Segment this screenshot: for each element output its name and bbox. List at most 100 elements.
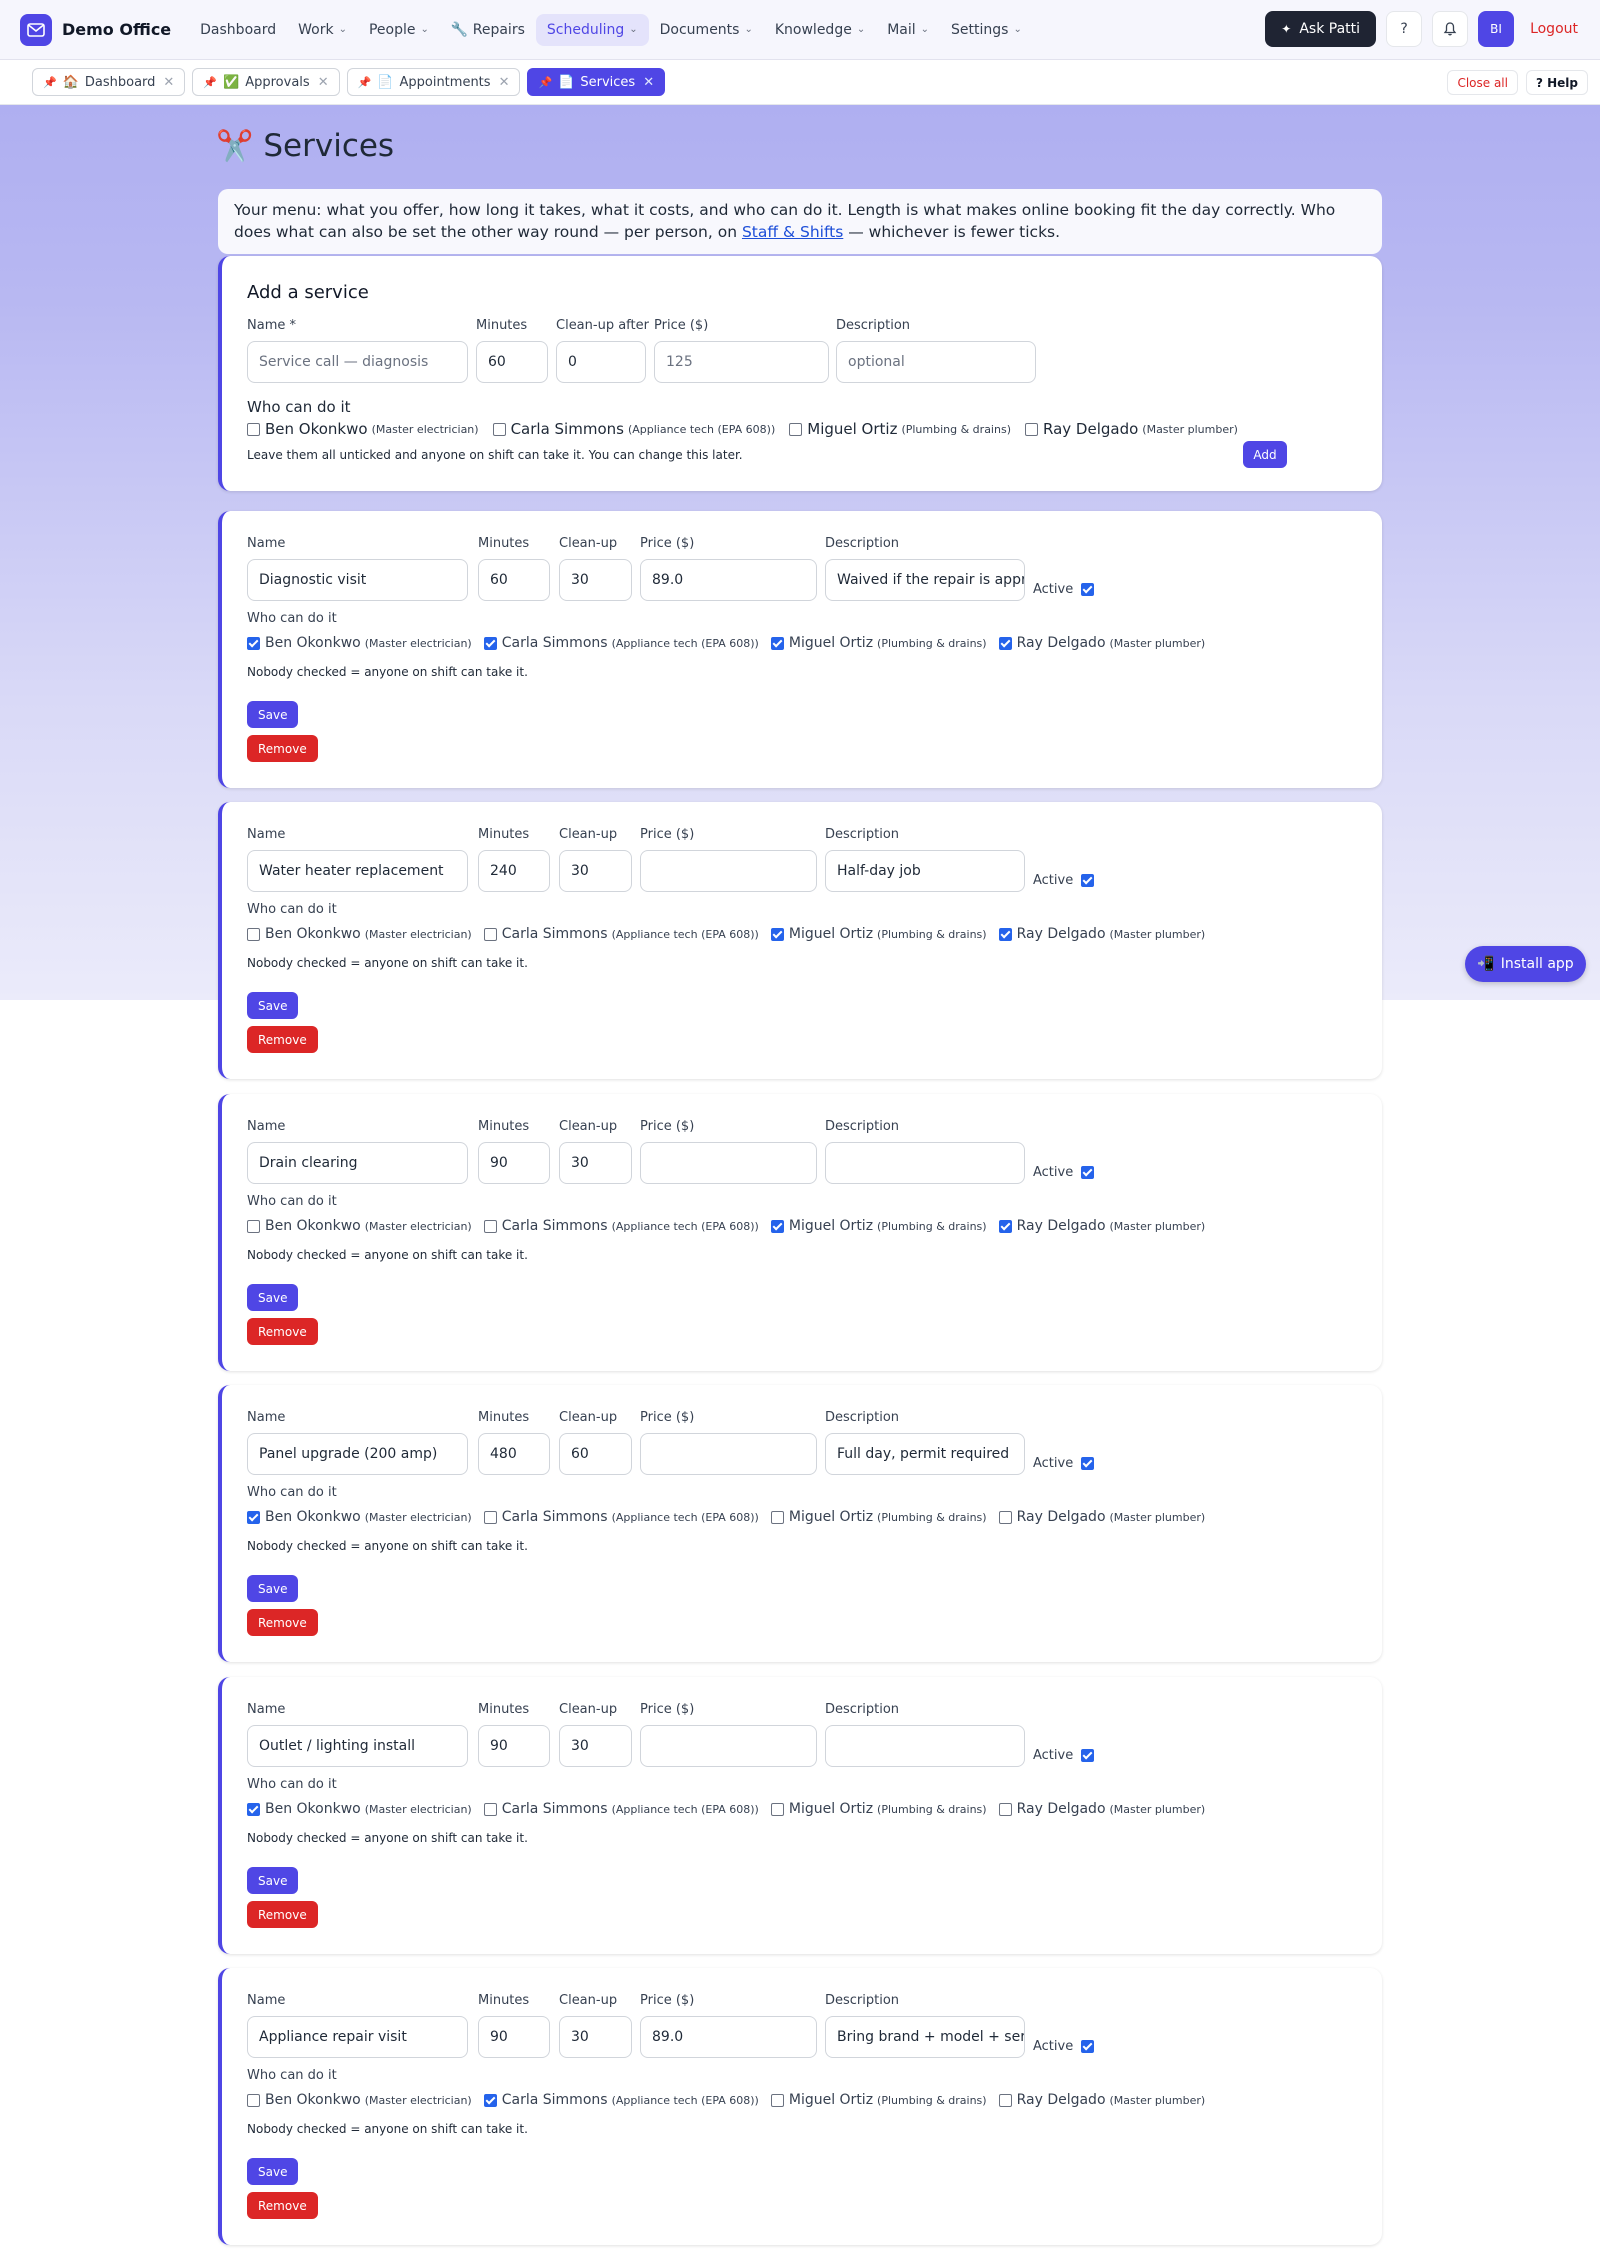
service-minutes-input[interactable]: 480 bbox=[478, 1433, 550, 1475]
checkbox[interactable] bbox=[770, 1802, 784, 1816]
checkbox[interactable] bbox=[247, 1219, 260, 1233]
active-checkbox[interactable] bbox=[1081, 583, 1095, 596]
tab-appointments[interactable]: 📌 📄 Appointments ✕ bbox=[346, 68, 521, 96]
service-description-input[interactable]: Waived if the repair is approved bbox=[825, 559, 1025, 601]
remove-button[interactable]: Remove bbox=[247, 1026, 318, 1053]
service-price-input[interactable] bbox=[640, 850, 817, 892]
staff-checkbox-ben-okonkwo[interactable]: Ben Okonkwo (Master electrician) bbox=[247, 635, 472, 651]
add-service-button[interactable]: Add bbox=[1243, 441, 1287, 468]
checkbox[interactable] bbox=[789, 422, 803, 436]
staff-checkbox-ray-delgado[interactable]: Ray Delgado (Master plumber) bbox=[998, 1801, 1205, 1817]
nav-item-settings[interactable]: Settings ⌄ bbox=[940, 14, 1033, 46]
checkbox[interactable] bbox=[483, 2093, 497, 2107]
staff-checkbox-miguel-ortiz[interactable]: Miguel Ortiz (Plumbing & drains) bbox=[770, 1801, 987, 1817]
service-name-input[interactable]: Water heater replacement bbox=[247, 850, 468, 892]
checkbox[interactable] bbox=[492, 422, 506, 436]
service-name-input[interactable]: Outlet / lighting install bbox=[247, 1725, 468, 1767]
remove-button[interactable]: Remove bbox=[247, 2192, 318, 2219]
staff-checkbox-ben-okonkwo[interactable]: Ben Okonkwo (Master electrician) bbox=[247, 926, 472, 942]
staff-checkbox-ray-delgado[interactable]: Ray Delgado (Master plumber) bbox=[998, 1509, 1205, 1525]
checkbox[interactable] bbox=[1024, 422, 1038, 436]
service-minutes-input[interactable]: 90 bbox=[478, 1142, 550, 1184]
staff-checkbox-ben-okonkwo[interactable]: Ben Okonkwo (Master electrician) bbox=[247, 1801, 472, 1817]
staff-checkbox-miguel-ortiz[interactable]: Miguel Ortiz (Plumbing & drains) bbox=[770, 1218, 987, 1234]
service-description-input[interactable] bbox=[825, 1142, 1025, 1184]
staff-shifts-link[interactable]: Staff & Shifts bbox=[742, 223, 843, 241]
staff-checkbox-carla-simmons[interactable]: Carla Simmons (Appliance tech (EPA 608)) bbox=[492, 420, 775, 438]
active-checkbox[interactable] bbox=[1081, 1457, 1095, 1470]
service-price-input[interactable] bbox=[640, 1725, 817, 1767]
new-service-description-input[interactable]: optional bbox=[836, 341, 1036, 383]
help-button[interactable]: ? bbox=[1386, 11, 1423, 47]
checkbox[interactable] bbox=[247, 2093, 260, 2107]
checkbox[interactable] bbox=[247, 1802, 260, 1816]
logout-link[interactable]: Logout bbox=[1530, 21, 1578, 37]
checkbox[interactable] bbox=[483, 636, 497, 650]
service-description-input[interactable]: Half-day job bbox=[825, 850, 1025, 892]
service-cleanup-input[interactable]: 30 bbox=[559, 2016, 632, 2058]
new-service-name-input[interactable]: Service call — diagnosis bbox=[247, 341, 468, 383]
checkbox[interactable] bbox=[483, 1219, 497, 1233]
checkbox[interactable] bbox=[770, 1219, 784, 1233]
service-cleanup-input[interactable]: 30 bbox=[559, 850, 632, 892]
remove-button[interactable]: Remove bbox=[247, 735, 318, 762]
checkbox[interactable] bbox=[770, 2093, 784, 2107]
staff-checkbox-miguel-ortiz[interactable]: Miguel Ortiz (Plumbing & drains) bbox=[770, 1509, 987, 1525]
service-name-input[interactable]: Diagnostic visit bbox=[247, 559, 468, 601]
close-icon[interactable]: ✕ bbox=[643, 75, 654, 90]
active-checkbox[interactable] bbox=[1081, 874, 1095, 887]
service-description-input[interactable] bbox=[825, 1725, 1025, 1767]
checkbox[interactable] bbox=[247, 1510, 260, 1524]
pin-icon[interactable]: 📌 bbox=[43, 76, 57, 89]
staff-checkbox-ben-okonkwo[interactable]: Ben Okonkwo (Master electrician) bbox=[247, 1509, 472, 1525]
checkbox[interactable] bbox=[483, 1802, 497, 1816]
save-button[interactable]: Save bbox=[247, 701, 299, 728]
service-name-input[interactable]: Appliance repair visit bbox=[247, 2016, 468, 2058]
service-description-input[interactable]: Bring brand + model + serial bbox=[825, 2016, 1025, 2058]
service-name-input[interactable]: Drain clearing bbox=[247, 1142, 468, 1184]
service-price-input[interactable]: 89.0 bbox=[640, 559, 817, 601]
active-checkbox[interactable] bbox=[1081, 1166, 1095, 1179]
checkbox[interactable] bbox=[483, 1510, 497, 1524]
remove-button[interactable]: Remove bbox=[247, 1318, 318, 1345]
nav-item-documents[interactable]: Documents ⌄ bbox=[649, 14, 764, 46]
tab-approvals[interactable]: 📌 ✅ Approvals ✕ bbox=[192, 68, 340, 96]
save-button[interactable]: Save bbox=[247, 1284, 299, 1311]
checkbox[interactable] bbox=[770, 1510, 784, 1524]
nav-item-work[interactable]: Work ⌄ bbox=[287, 14, 358, 46]
nav-item-knowledge[interactable]: Knowledge ⌄ bbox=[764, 14, 876, 46]
nav-item-repairs[interactable]: 🔧 Repairs bbox=[440, 14, 536, 46]
remove-button[interactable]: Remove bbox=[247, 1901, 318, 1928]
staff-checkbox-carla-simmons[interactable]: Carla Simmons (Appliance tech (EPA 608)) bbox=[483, 926, 759, 942]
staff-checkbox-carla-simmons[interactable]: Carla Simmons (Appliance tech (EPA 608)) bbox=[483, 1218, 759, 1234]
staff-checkbox-ray-delgado[interactable]: Ray Delgado (Master plumber) bbox=[1024, 420, 1238, 438]
active-toggle[interactable]: Active bbox=[1033, 2039, 1095, 2054]
ask-patti-button[interactable]: ✦ Ask Patti bbox=[1265, 11, 1377, 47]
notifications-button[interactable] bbox=[1432, 11, 1469, 47]
service-cleanup-input[interactable]: 30 bbox=[559, 1142, 632, 1184]
staff-checkbox-ben-okonkwo[interactable]: Ben Okonkwo (Master electrician) bbox=[247, 1218, 472, 1234]
help-link-button[interactable]: ? Help bbox=[1525, 70, 1588, 95]
service-cleanup-input[interactable]: 60 bbox=[559, 1433, 632, 1475]
save-button[interactable]: Save bbox=[247, 1575, 299, 1602]
staff-checkbox-carla-simmons[interactable]: Carla Simmons (Appliance tech (EPA 608)) bbox=[483, 635, 759, 651]
new-service-cleanup-input[interactable]: 0 bbox=[556, 341, 646, 383]
pin-icon[interactable]: 📌 bbox=[203, 76, 217, 89]
service-price-input[interactable]: 89.0 bbox=[640, 2016, 817, 2058]
brand[interactable]: Demo Office bbox=[20, 13, 171, 46]
staff-checkbox-miguel-ortiz[interactable]: Miguel Ortiz (Plumbing & drains) bbox=[770, 926, 987, 942]
service-name-input[interactable]: Panel upgrade (200 amp) bbox=[247, 1433, 468, 1475]
staff-checkbox-ben-okonkwo[interactable]: Ben Okonkwo (Master electrician) bbox=[247, 2092, 472, 2108]
nav-item-dashboard[interactable]: Dashboard bbox=[189, 14, 287, 46]
service-minutes-input[interactable]: 90 bbox=[478, 2016, 550, 2058]
staff-checkbox-miguel-ortiz[interactable]: Miguel Ortiz (Plumbing & drains) bbox=[770, 2092, 987, 2108]
active-toggle[interactable]: Active bbox=[1033, 582, 1095, 597]
checkbox[interactable] bbox=[998, 1219, 1012, 1233]
checkbox[interactable] bbox=[998, 636, 1012, 650]
service-price-input[interactable] bbox=[640, 1142, 817, 1184]
tab-services[interactable]: 📌 📄 Services ✕ bbox=[527, 68, 666, 96]
save-button[interactable]: Save bbox=[247, 992, 299, 1019]
checkbox[interactable] bbox=[770, 636, 784, 650]
close-icon[interactable]: ✕ bbox=[318, 75, 329, 90]
active-toggle[interactable]: Active bbox=[1033, 873, 1095, 888]
